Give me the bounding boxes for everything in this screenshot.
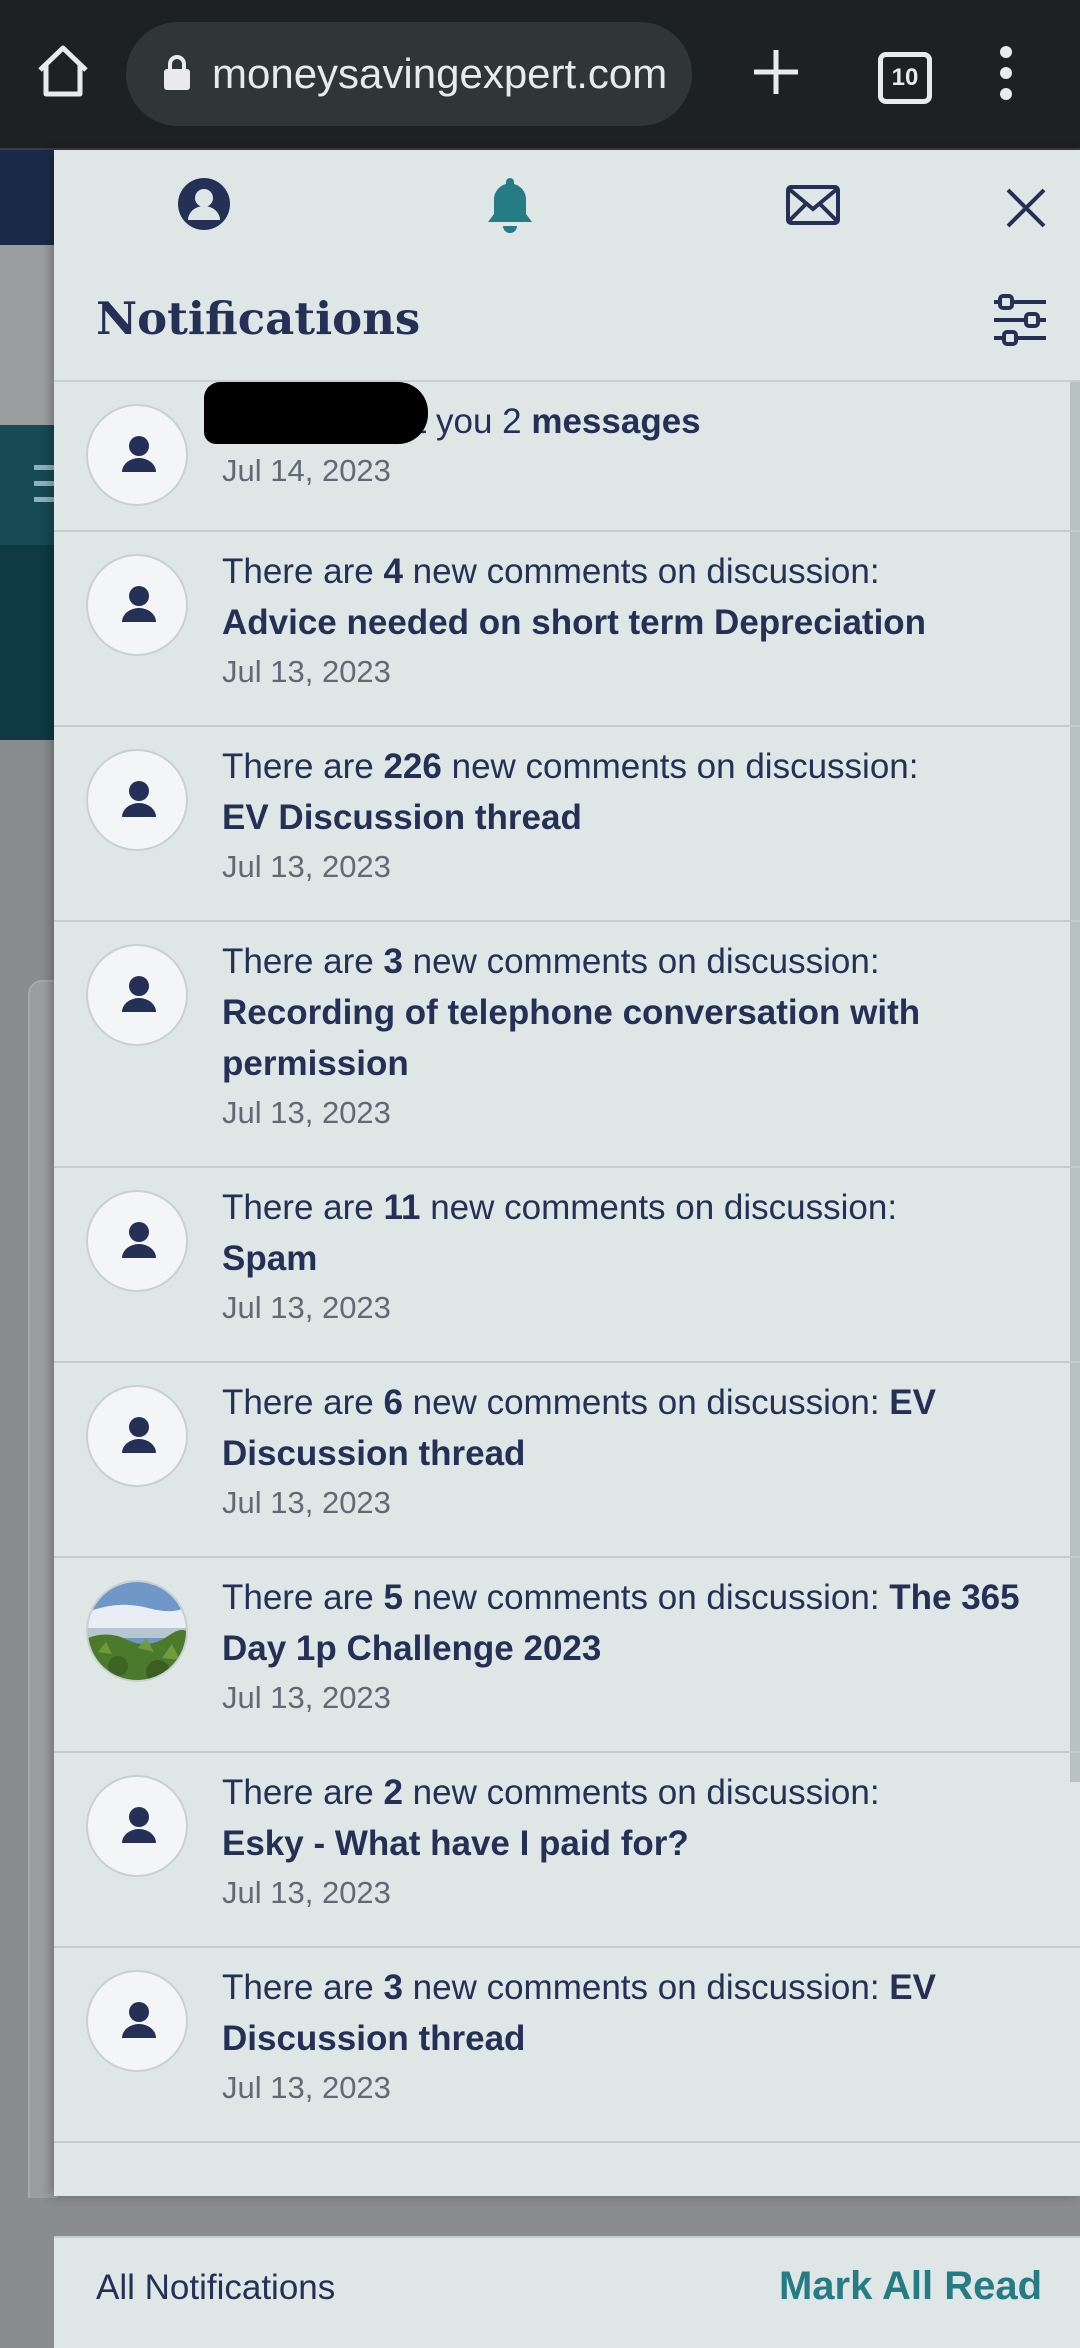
- notification-item[interactable]: There are 11 new comments on discussion:…: [54, 1168, 1080, 1363]
- notification-date: Jul 13, 2023: [222, 654, 391, 689]
- avatar: [86, 1190, 188, 1292]
- more-menu-icon[interactable]: [994, 46, 1018, 102]
- notification-date: Jul 13, 2023: [222, 849, 391, 884]
- address-bar[interactable]: moneysavingexpert.com: [126, 22, 692, 126]
- notification-item[interactable]: There are 4 new comments on discussion: …: [54, 532, 1080, 727]
- settings-sliders-icon[interactable]: [992, 292, 1048, 348]
- notification-date: Jul 13, 2023: [222, 1485, 391, 1520]
- all-notifications-link[interactable]: All Notifications: [96, 2268, 335, 2308]
- notification-text: There are: [222, 1968, 384, 2007]
- browser-toolbar: moneysavingexpert.com 10: [0, 0, 1080, 150]
- tab-switcher-button[interactable]: 10: [878, 52, 932, 104]
- notification-text: new comments on discussion:: [420, 1188, 898, 1227]
- notification-count: 2: [383, 1773, 403, 1812]
- notification-text: new comments on discussion:: [402, 1773, 880, 1812]
- home-icon[interactable]: [34, 42, 92, 100]
- panel-header: Notifications: [54, 150, 1080, 380]
- user-icon: [122, 781, 156, 817]
- url-text: moneysavingexpert.com: [212, 50, 668, 97]
- notification-text: There are: [222, 942, 384, 981]
- notification-text: new comments on discussion:: [402, 1968, 890, 2007]
- notification-text: new comments on discussion:: [441, 747, 919, 786]
- notification-item[interactable]: There are 5 new comments on discussion: …: [54, 1558, 1080, 1753]
- notification-count: 11: [383, 1188, 421, 1227]
- user-icon: [122, 436, 156, 472]
- notification-item[interactable]: There are 226 new comments on discussion…: [54, 727, 1080, 922]
- avatar: [86, 1775, 188, 1877]
- notification-count: 5: [383, 1578, 403, 1617]
- avatar-photo: [86, 1580, 188, 1682]
- notification-text: new comments on discussion:: [402, 1578, 890, 1617]
- notification-text: new comments on discussion:: [402, 1383, 890, 1422]
- notification-item[interactable]: There are 6 new comments on discussion: …: [54, 1363, 1080, 1558]
- notification-item[interactable]: Ex sent you 2 messages Jul 14, 2023: [54, 382, 1080, 532]
- discussion-title[interactable]: Recording of telephone conversation with…: [222, 993, 920, 1083]
- page-background: [0, 245, 56, 425]
- avatar: [86, 749, 188, 851]
- notification-list: Ex sent you 2 messages Jul 14, 2023 Ther…: [54, 380, 1080, 2237]
- mark-all-read-button[interactable]: Mark All Read: [779, 2264, 1042, 2309]
- mail-icon[interactable]: [785, 184, 841, 226]
- user-icon: [122, 1807, 156, 1843]
- discussion-title[interactable]: EV Discussion thread: [222, 798, 582, 837]
- notification-date: Jul 13, 2023: [222, 1095, 391, 1130]
- user-icon: [122, 586, 156, 622]
- avatar: [86, 944, 188, 1046]
- notification-date: Jul 13, 2023: [222, 1290, 391, 1325]
- notification-item[interactable]: There are 3 new comments on discussion: …: [54, 1948, 1080, 2143]
- redaction-mark: [204, 382, 428, 444]
- notification-text: There are: [222, 1773, 384, 1812]
- avatar: [86, 554, 188, 656]
- notification-text: There are: [222, 1578, 384, 1617]
- notification-count: 6: [383, 1383, 403, 1422]
- user-icon: [122, 976, 156, 1012]
- bell-icon[interactable]: [482, 174, 538, 236]
- notification-text: new comments on discussion:: [402, 942, 880, 981]
- notification-text: new comments on discussion:: [402, 552, 880, 591]
- notifications-panel: Notifications Ex sent you 2 messages Jul…: [54, 150, 1080, 2348]
- page-header-background: [0, 150, 56, 245]
- discussion-title[interactable]: Advice needed on short term Depreciation: [222, 603, 926, 642]
- avatar: [86, 404, 188, 506]
- notification-count: 3: [383, 942, 403, 981]
- notification-date: Jul 14, 2023: [222, 453, 391, 488]
- notification-text: There are: [222, 747, 384, 786]
- close-icon[interactable]: [1004, 186, 1048, 230]
- discussion-title[interactable]: Esky - What have I paid for?: [222, 1824, 689, 1863]
- panel-footer: All Notifications Mark All Read: [54, 2236, 1080, 2348]
- discussion-title[interactable]: Spam: [222, 1239, 317, 1278]
- notification-count: 4: [383, 552, 403, 591]
- panel-title: Notifications: [96, 292, 421, 345]
- notification-count: messages: [531, 402, 701, 441]
- account-icon[interactable]: [176, 176, 232, 232]
- notification-date: Jul 13, 2023: [222, 1680, 391, 1715]
- notification-text: There are: [222, 1383, 384, 1422]
- notification-item[interactable]: There are 2 new comments on discussion: …: [54, 1753, 1080, 1948]
- notification-count: 3: [383, 1968, 403, 2007]
- landscape-photo-icon: [88, 1582, 186, 1680]
- notification-text: There are: [222, 552, 384, 591]
- avatar: [86, 1385, 188, 1487]
- hamburger-icon: [34, 465, 56, 505]
- user-icon: [122, 1417, 156, 1453]
- notification-count: 226: [383, 747, 442, 786]
- notification-item[interactable]: There are 3 new comments on discussion: …: [54, 922, 1080, 1168]
- user-icon: [122, 1222, 156, 1258]
- lock-icon: [164, 55, 190, 90]
- notification-date: Jul 13, 2023: [222, 1875, 391, 1910]
- notification-text: There are: [222, 1188, 384, 1227]
- user-icon: [122, 2002, 156, 2038]
- page-banner-background: [0, 545, 56, 740]
- notification-date: Jul 13, 2023: [222, 2070, 391, 2105]
- avatar: [86, 1970, 188, 2072]
- new-tab-icon[interactable]: [748, 44, 804, 100]
